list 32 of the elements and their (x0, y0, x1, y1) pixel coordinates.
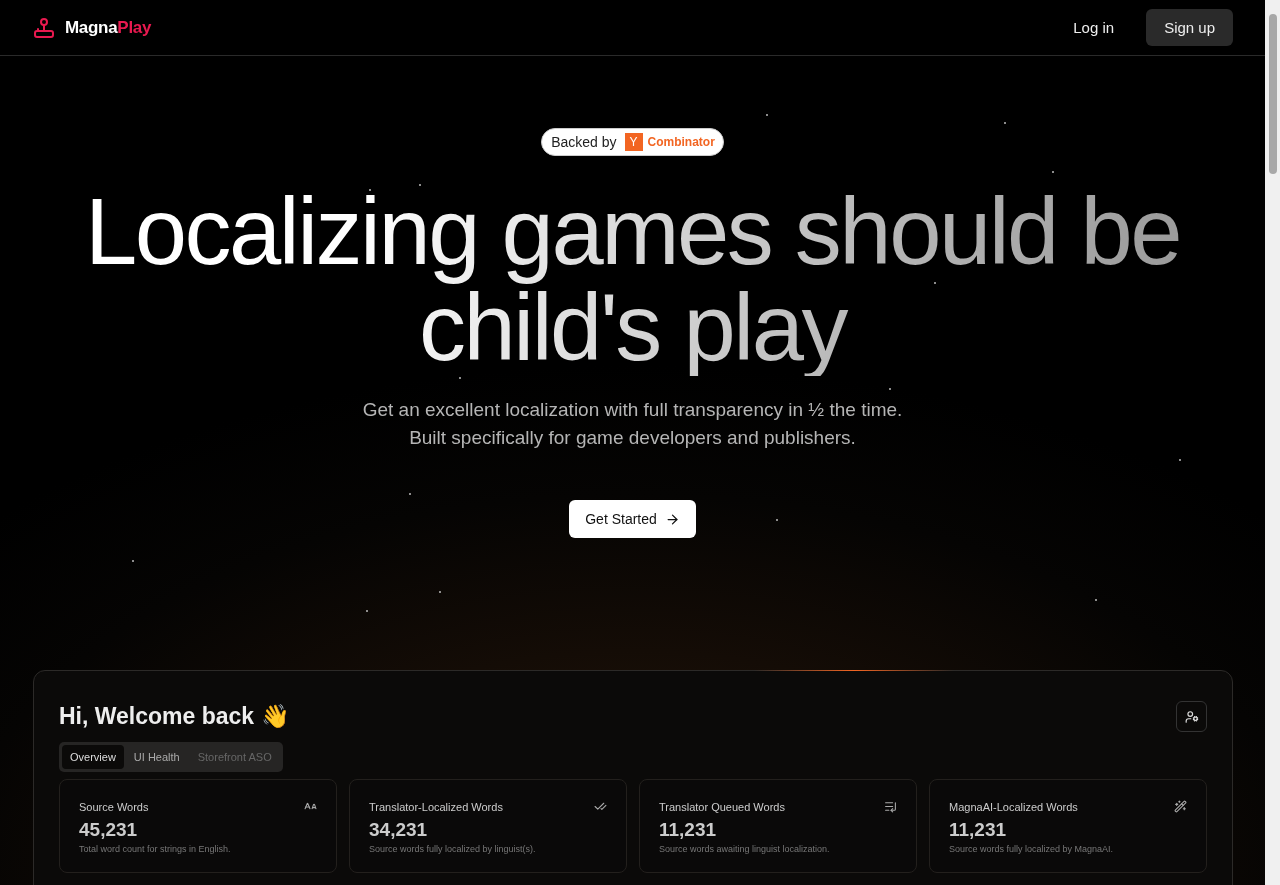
double-check-icon (594, 800, 607, 813)
subtitle: Built specifically for game developers and publishers. (408, 426, 857, 450)
subtitle: Get an excellent localization with full transparency in ½ the time. (362, 398, 903, 422)
joystick-icon (32, 15, 56, 40)
tab[interactable]: Overview (62, 745, 124, 769)
stat-note: Source words fully localized by linguist(s). (369, 844, 537, 854)
y-logo-icon: Y (624, 133, 643, 151)
stat-value: 11,231 (659, 819, 718, 841)
tab[interactable]: UI Health (125, 745, 188, 769)
stat-title: Source Words (79, 800, 149, 813)
stat-value: 34,231 (369, 819, 429, 841)
arrow-right-icon (664, 511, 680, 527)
stat-value: 11,231 (949, 819, 1008, 841)
scrollbar[interactable] (1265, 0, 1280, 885)
get-started-button[interactable]: Get Started (569, 500, 696, 538)
stat-note: Source words awaiting linguist localization. (659, 844, 831, 854)
stat-title: Translator Queued Words (659, 800, 785, 813)
greeting-heading: Hi, Welcome back 👋 (59, 703, 290, 730)
sign-up-button[interactable]: Sign up (1146, 9, 1233, 46)
magic-wand-icon (1174, 800, 1187, 813)
brand-logo-text[interactable]: MagnaPlay (65, 17, 152, 38)
stat-note: Total word count for strings in English. (79, 844, 232, 854)
stat-title: Translator-Localized Words (369, 800, 503, 813)
list-icon (884, 800, 897, 813)
stat-title: MagnaAI-Localized Words (949, 800, 1078, 813)
backer-name: Combinator (647, 135, 715, 149)
log-in-link[interactable]: Log in (1055, 9, 1133, 46)
stat-note: Source words fully localized by MagnaAI. (949, 844, 1115, 854)
badge-text: Backed by (551, 134, 617, 150)
user-settings-icon (1184, 709, 1199, 724)
user-settings-button[interactable] (1176, 701, 1207, 732)
stat-value: 45,231 (79, 819, 139, 841)
